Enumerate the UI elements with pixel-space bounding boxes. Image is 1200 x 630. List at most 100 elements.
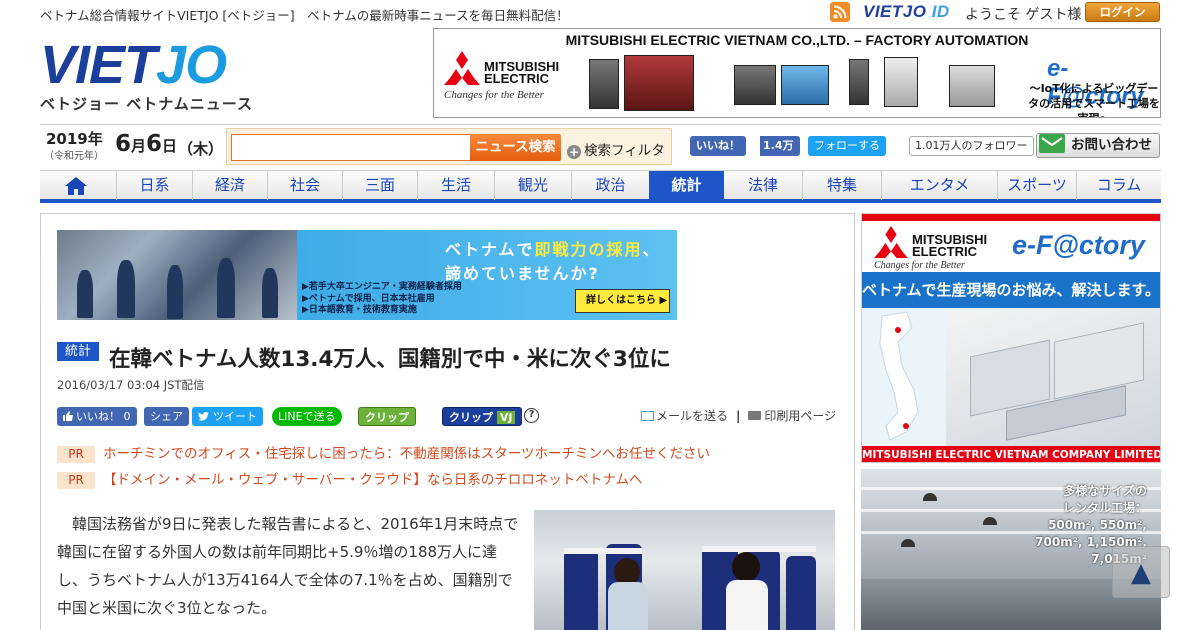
brand-line2: ELECTRIC: [484, 71, 549, 86]
mail-icon: [1039, 134, 1065, 153]
back-to-top-button[interactable]: ▲: [1112, 546, 1170, 598]
brand-line2: ELECTRIC: [912, 244, 977, 259]
site-logo[interactable]: VIETJO ベトジョー ベトナムニュース: [40, 38, 254, 114]
banner-subheadline: 諦めていませんか?: [445, 264, 600, 283]
nav-item-0[interactable]: 日系: [116, 171, 192, 200]
thumbs-up-icon: [63, 411, 73, 421]
efactory-logo: e-F@ctory: [1012, 230, 1145, 260]
nav-item-10[interactable]: エンタメ: [881, 171, 997, 200]
banner-more-button[interactable]: 詳しくはこちら ▶: [575, 289, 670, 313]
mitsubishi-logo: MITSUBISHI ELECTRIC Changes for the Bett…: [874, 226, 1004, 271]
news-search-button[interactable]: ニュース検索: [470, 134, 561, 161]
mail-icon: [641, 411, 654, 421]
login-button[interactable]: ログイン: [1085, 2, 1160, 22]
date-month-day: 6月6日: [115, 131, 177, 157]
banner-bullet: ▶若手大卒エンジニア・実務経験者採用: [302, 282, 462, 292]
date-month-unit: 月: [131, 137, 147, 155]
product-image: [949, 65, 995, 107]
nav-item-1[interactable]: 経済: [192, 171, 267, 200]
brand-slogan: Changes for the Better: [444, 89, 544, 101]
product-image: [734, 65, 776, 105]
nav-item-5[interactable]: 観光: [494, 171, 571, 200]
home-icon[interactable]: [64, 176, 88, 196]
fb-like-label: いいね！: [696, 139, 740, 152]
pr-tag: PR: [57, 472, 95, 489]
tweet-button[interactable]: ツイート: [192, 407, 263, 426]
clip-button[interactable]: クリップ: [358, 407, 416, 426]
vietjo-id-logo[interactable]: VIETJO ID: [863, 2, 950, 22]
line-share-button[interactable]: LINEで送る: [272, 407, 342, 426]
mitsubishi-logo: MITSUBISHI ELECTRIC Changes for the Bett…: [444, 51, 574, 111]
printer-icon: [748, 411, 762, 420]
sidebar-ad-mitsubishi[interactable]: MITSUBISHI ELECTRIC Changes for the Bett…: [861, 213, 1161, 463]
date-year: 2019年: [46, 130, 103, 148]
twitter-follow-button[interactable]: フォローする: [808, 136, 886, 156]
nav-item-9[interactable]: 特集: [802, 171, 881, 200]
date-search-row: 2019年 （令和元年） 6月6日 （木） ニュース検索 + 検索フィルタ いいね…: [40, 124, 1161, 166]
nav-item-3[interactable]: 三面: [342, 171, 417, 200]
vietjo-id-text-a: VIETJO: [863, 2, 932, 21]
vietjo-id-text-b: ID: [931, 2, 950, 21]
date-month: 6: [115, 131, 132, 157]
logo-subtitle: ベトジョー ベトナムニュース: [40, 95, 254, 113]
product-image: [884, 57, 918, 107]
publish-date: 2016/03/17 03:04 JST配信: [57, 378, 205, 392]
plus-icon: +: [567, 145, 581, 159]
recruit-ad-banner[interactable]: ベトナムで即戦力の採用、 諦めていませんか? ▶若手大卒エンジニア・実務経験者採…: [57, 230, 677, 320]
article-photo: [534, 510, 835, 630]
product-image: [781, 65, 829, 105]
main-content: ベトナムで即戦力の採用、 諦めていませんか? ▶若手大卒エンジニア・実務経験者採…: [40, 213, 855, 630]
sidebar-ad-tagline: ベトナムで生産現場のお悩み、解決します。: [862, 272, 1160, 308]
efactory-subtitle: ～IoT化によるビッグデータの活用でスマート工場を実現～: [1028, 82, 1160, 117]
category-badge[interactable]: 統計: [57, 342, 99, 361]
nav-item-4[interactable]: 生活: [417, 171, 494, 200]
logo-wordmark: VIETJO: [40, 38, 250, 92]
mitsubishi-diamonds-icon: [444, 51, 480, 85]
twitter-bird-icon: [198, 411, 209, 421]
tweet-label: ツイート: [213, 410, 257, 423]
article-headline: 在韓ベトナム人数13.4万人、国籍別で中・米に次ぐ3位に: [109, 347, 671, 372]
ad-accent-bar: [862, 214, 1160, 221]
contact-button[interactable]: お問い合わせ: [1036, 133, 1160, 158]
date-day: 6: [146, 131, 163, 157]
product-image: [589, 59, 619, 109]
banner-photo: [57, 230, 297, 320]
send-mail-link[interactable]: メールを送る: [656, 409, 728, 423]
search-filter-toggle[interactable]: + 検索フィルタ: [567, 139, 665, 159]
banner-head-b: 即戦力の採用: [534, 240, 643, 259]
banner-head-a: ベトナムで: [445, 240, 535, 259]
fb-like-button[interactable]: いいね！: [690, 136, 746, 156]
banner-bullet: ▶ベトナムで採用、日本本社雇用: [302, 293, 435, 304]
twitter-follower-count: 1.01万人のフォロワー: [909, 136, 1034, 156]
nav-item-6[interactable]: 政治: [571, 171, 649, 200]
header-ad-banner[interactable]: MITSUBISHI ELECTRIC VIETNAM CO.,LTD. – F…: [433, 28, 1161, 118]
brand-slogan: Changes for the Better: [874, 260, 965, 271]
nav-item-8[interactable]: 法律: [724, 171, 802, 200]
fb-like-share-button[interactable]: いいね！ 0: [57, 407, 137, 426]
search-input[interactable]: [231, 134, 473, 161]
pr-link-text[interactable]: 【ドメイン・メール・ウェブ・サーバー・クラウド】なら日系のチロロネットベトナムへ: [103, 472, 642, 489]
logo-word-a: VIET: [40, 35, 157, 95]
nav-item-11[interactable]: スポーツ: [997, 171, 1076, 200]
print-page-link[interactable]: 印刷用ページ: [764, 409, 836, 423]
clip-vj-button[interactable]: クリップ VJ: [442, 407, 523, 426]
product-image: [849, 59, 869, 105]
banner-headline: ベトナムで即戦力の採用、: [445, 236, 661, 260]
fb-share-button[interactable]: シェア: [144, 407, 189, 426]
pr-link-text[interactable]: ホーチミンでのオフィス・住宅探しに困ったら：不動産関係はスターツホーチミンへお任…: [103, 446, 710, 463]
vietnam-map-image: [862, 308, 946, 446]
banner-head-c: 、: [642, 240, 661, 259]
article-body: 韓国法務省が9日に発表した報告書によると、2016年1月末時点で韓国に在留する外…: [57, 515, 519, 617]
help-icon[interactable]: ?: [524, 408, 539, 423]
banner-bullets: ▶若手大卒エンジニア・実務経験者採用 ▶ベトナムで採用、日本本社雇用 ▶日本語教…: [302, 282, 462, 317]
fb-like-label: いいね！ 0: [76, 410, 131, 423]
nav-item-7[interactable]: 統計: [649, 171, 724, 200]
site-tagline: ベトナム総合情報サイトVIETJO [ベトジョー] ベトナムの最新時事ニュースを…: [40, 8, 569, 23]
nav-item-12[interactable]: コラム: [1076, 171, 1161, 200]
search-filter-label: 検索フィルタ: [584, 143, 665, 159]
pr-tag: PR: [57, 446, 95, 463]
rss-icon[interactable]: [830, 2, 850, 22]
header-ad-title: MITSUBISHI ELECTRIC VIETNAM CO.,LTD. – F…: [565, 32, 1029, 48]
nav-item-2[interactable]: 社会: [267, 171, 342, 200]
date-day-unit: 日: [162, 137, 178, 155]
